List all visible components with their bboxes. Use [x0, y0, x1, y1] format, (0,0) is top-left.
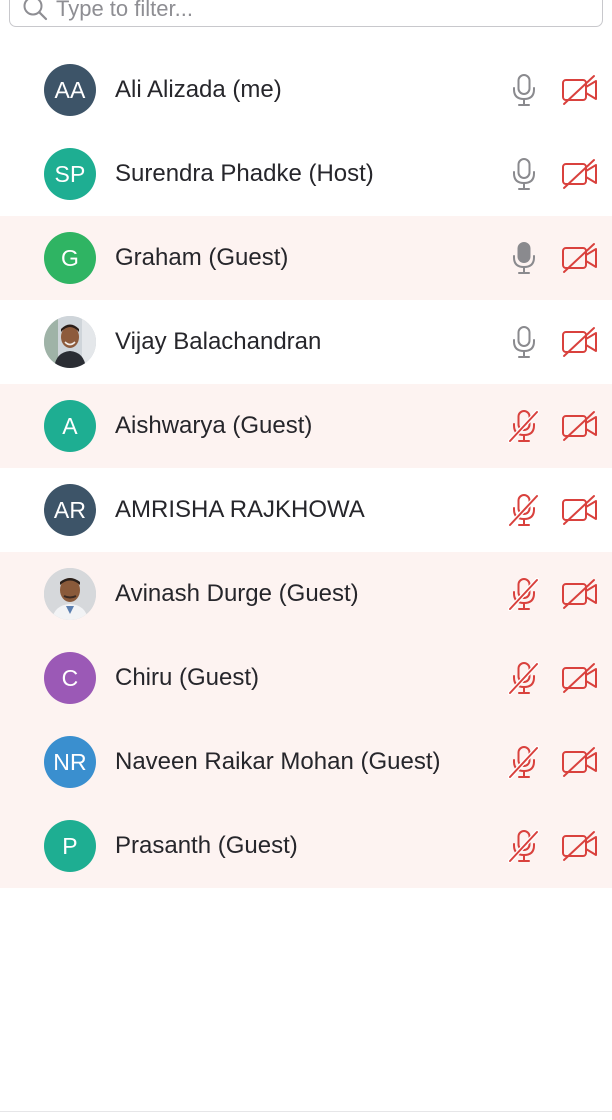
participants-list: AA Ali Alizada (me) SP Surendra Phadke (…: [0, 48, 612, 888]
avatar-photo: [44, 568, 96, 620]
avatar: P: [44, 820, 96, 872]
person-photo-icon: [44, 568, 96, 620]
video-off-icon[interactable]: [561, 73, 599, 107]
participant-name: AMRISHA RAJKHOWA: [115, 496, 365, 523]
participant-row[interactable]: NR Naveen Raikar Mohan (Guest): [0, 720, 612, 804]
video-off-icon[interactable]: [561, 493, 599, 527]
video-off-icon[interactable]: [561, 577, 599, 611]
avatar: C: [44, 652, 96, 704]
microphone-muted-icon[interactable]: [506, 828, 542, 864]
participant-name: Vijay Balachandran: [115, 328, 322, 355]
participant-name: Avinash Durge (Guest): [115, 580, 359, 607]
microphone-muted-icon[interactable]: [506, 576, 542, 612]
avatar: NR: [44, 736, 96, 788]
participant-row[interactable]: Avinash Durge (Guest): [0, 552, 612, 636]
video-off-icon[interactable]: [561, 409, 599, 443]
avatar: AA: [44, 64, 96, 116]
avatar-photo: [44, 316, 96, 368]
video-off-icon[interactable]: [561, 241, 599, 275]
avatar: SP: [44, 148, 96, 200]
participant-name: Prasanth (Guest): [115, 832, 298, 859]
participant-name: Surendra Phadke (Host): [115, 160, 374, 187]
microphone-icon[interactable]: [506, 240, 542, 276]
participant-row[interactable]: G Graham (Guest): [0, 216, 612, 300]
microphone-icon[interactable]: [506, 72, 542, 108]
video-off-icon[interactable]: [561, 745, 599, 779]
filter-box[interactable]: [9, 0, 603, 27]
participant-row[interactable]: Vijay Balachandran: [0, 300, 612, 384]
participant-name: Chiru (Guest): [115, 664, 260, 691]
person-photo-icon: [44, 316, 96, 368]
microphone-muted-icon[interactable]: [506, 408, 542, 444]
microphone-icon[interactable]: [506, 324, 542, 360]
search-icon: [20, 0, 50, 23]
participant-row[interactable]: A Aishwarya (Guest): [0, 384, 612, 468]
bottom-divider: [0, 1111, 612, 1112]
participant-row[interactable]: SP Surendra Phadke (Host): [0, 132, 612, 216]
participant-row[interactable]: AR AMRISHA RAJKHOWA: [0, 468, 612, 552]
avatar: AR: [44, 484, 96, 536]
participant-name: Naveen Raikar Mohan (Guest): [115, 748, 441, 775]
microphone-icon[interactable]: [506, 156, 542, 192]
participant-row[interactable]: P Prasanth (Guest): [0, 804, 612, 888]
participant-name: Graham (Guest): [115, 244, 289, 271]
filter-input[interactable]: [56, 0, 576, 22]
participant-row[interactable]: C Chiru (Guest): [0, 636, 612, 720]
avatar: A: [44, 400, 96, 452]
video-off-icon[interactable]: [561, 325, 599, 359]
participant-row[interactable]: AA Ali Alizada (me): [0, 48, 612, 132]
participant-name: Aishwarya (Guest): [115, 412, 313, 439]
microphone-muted-icon[interactable]: [506, 744, 542, 780]
microphone-muted-icon[interactable]: [506, 660, 542, 696]
video-off-icon[interactable]: [561, 157, 599, 191]
video-off-icon[interactable]: [561, 661, 599, 695]
participant-name: Ali Alizada (me): [115, 76, 282, 103]
microphone-muted-icon[interactable]: [506, 492, 542, 528]
video-off-icon[interactable]: [561, 829, 599, 863]
avatar: G: [44, 232, 96, 284]
